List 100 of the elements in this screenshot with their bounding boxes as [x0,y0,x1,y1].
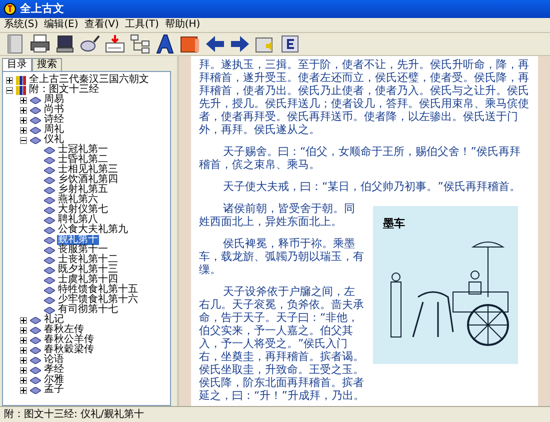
printer-icon[interactable] [29,34,51,54]
diamond-node-icon [30,326,41,334]
diamond-node-icon [44,196,55,204]
expand-icon[interactable] [20,116,27,124]
tree-item[interactable]: 乡饮酒礼第四 [57,175,119,185]
text-paragraph: 天子赐舍。曰：“伯父，女顺命于王所，赐伯父舍！”侯氏再拜稽首，傧之束帛、乘马。 [199,145,522,171]
tree-diagram-icon[interactable] [129,34,151,54]
tree-item[interactable]: 尔雅 [43,375,65,385]
diamond-node-icon [30,316,41,324]
collapse-icon[interactable] [6,86,13,94]
tree-item[interactable]: 乡射礼第五 [57,185,109,195]
tree-item[interactable]: 春秋穀梁传 [43,345,95,355]
diamond-node-icon [30,386,41,394]
tree-item[interactable]: 聘礼第八 [57,215,99,225]
illustration-caption: 墨车 [383,216,406,232]
diamond-node-icon [44,246,55,254]
letter-a-icon[interactable] [154,34,176,54]
tree-item[interactable]: 春秋公羊传 [43,335,95,345]
tree-item[interactable]: 诗经 [43,115,65,125]
tree-item[interactable]: 士虞礼第十四 [57,275,119,285]
tree-item[interactable]: 公食大夫礼第九 [57,225,129,235]
books-icon [16,76,26,84]
back-arrow-icon[interactable] [204,34,226,54]
diamond-node-icon [44,166,55,174]
expand-icon[interactable] [20,366,27,374]
tree-item[interactable]: 尚书 [43,105,65,115]
diamond-node-icon [30,126,41,134]
tree-item[interactable]: 士冠礼第一 [57,145,109,155]
diamond-node-icon [30,376,41,384]
tab[interactable]: 搜索 [32,58,62,71]
tree-item[interactable]: 春秋左传 [43,325,85,335]
diamond-node-icon [44,156,55,164]
tree-item[interactable]: 附：图文十三经 [28,85,100,95]
menu-item[interactable]: 编辑(E) [44,19,78,31]
diamond-node-icon [30,356,41,364]
expand-icon[interactable] [20,386,27,394]
diamond-node-icon [44,286,55,294]
diamond-node-icon [44,266,55,274]
expand-icon[interactable] [20,346,27,354]
tree-item[interactable]: 孝经 [43,365,65,375]
expand-icon[interactable] [20,376,27,384]
tree-item[interactable]: 礼记 [43,315,65,325]
diamond-node-icon [44,146,55,154]
tree-item[interactable]: 丧服第十一 [57,245,109,255]
expand-icon[interactable] [20,356,27,364]
tree-item[interactable]: 论语 [43,355,65,365]
tree-item[interactable]: 周易 [43,95,65,105]
diamond-node-icon [44,236,55,244]
expand-icon[interactable] [6,76,13,84]
menu-item[interactable]: 帮助(H) [164,19,200,31]
tree-item[interactable]: 既夕礼第十三 [57,265,119,275]
diamond-node-icon [30,116,41,124]
tree-item[interactable]: 全上古三代秦汉三国六朝文 [28,75,150,85]
diamond-node-icon [44,176,55,184]
diamond-node-icon [44,216,55,224]
magnifier-icon[interactable] [79,34,101,54]
status-text: 附：图文十三经: 仪礼/觐礼第十 [4,408,144,420]
books-icon [16,86,26,94]
expand-icon[interactable] [20,336,27,344]
menu-item[interactable]: 工具(T) [124,19,159,31]
text-paragraph: 天子使大夫戒，曰：“某日，伯父帅乃初事。”侯氏再拜稽首。 [222,180,522,193]
tree-item[interactable]: 特牲馈食礼第十五 [57,285,139,295]
folder-icon[interactable] [179,34,201,54]
letter-e-icon[interactable] [279,34,301,54]
diamond-node-icon [44,306,55,314]
diamond-node-icon [30,346,41,354]
diamond-node-icon [30,136,41,144]
diamond-node-icon [30,106,41,114]
expand-icon[interactable] [20,326,27,334]
app-logo-icon [4,3,16,15]
expand-icon[interactable] [20,316,27,324]
text-paragraph: 天子设斧依于户牖之间，左右几。天子衮冕，负斧依。啬夫承命，告于天子。天子曰：“非他，伯父实来，予一人嘉之。伯父其入，予一人将受之。”侯氏入门右，坐奠圭，再拜稽首。摈者谒。侯氏坐取圭，升致命。王受之玉。侯氏降，阶东北面再拜稽首。摈者延之，曰：“升！”升成拜，乃出。 [199,285,365,402]
tree-item[interactable]: 孟子 [43,385,65,395]
text-paragraph: 拜。遂执玉，三揖。至于阶，使者不让，先升。侯氏升听命，降，再拜稽首，遂升受玉。使者左还而立，侯氏还璧，使者受。侯氏降，再拜稽首，使者乃出。侯氏乃止使者，使者乃入。侯氏与之让升。侯氏先升，授几。侯氏拜送几；使者设几，答拜。侯氏用束帛、乘马傧使者，使者再拜受。侯氏再拜送币。使者降，以左骖出。侯氏送于门外，再拜。侯氏遂从之。 [199,58,530,136]
expand-icon[interactable] [20,106,27,114]
diamond-node-icon [30,366,41,374]
diamond-node-icon [44,186,55,194]
monitor-icon[interactable] [54,34,76,54]
menu-item[interactable]: 查看(V) [84,19,119,31]
text-paragraph: 侯氏裨冕，释币于祢。乘墨车，载龙旂、弧韣乃朝以瑞玉，有缫。 [199,237,365,276]
tree-item[interactable]: 少牢馈食礼第十六 [57,295,139,305]
diamond-node-icon [44,256,55,264]
card-icon[interactable] [104,34,126,54]
tree-item[interactable]: 仪礼 [43,135,65,145]
expand-icon[interactable] [20,96,27,104]
tree-item[interactable]: 燕礼第六 [57,195,99,205]
tree-item[interactable]: 士相见礼第三 [57,165,119,175]
window-title: 全上古文 [20,0,64,17]
tab[interactable]: 目录 [2,58,32,71]
menu-item[interactable]: 系统(S) [4,19,38,31]
collapse-icon[interactable] [20,136,27,144]
diamond-node-icon [44,296,55,304]
expand-icon[interactable] [20,126,27,134]
tree-item[interactable]: 有司彻第十七 [57,305,119,315]
tree-item[interactable]: 周礼 [43,125,65,135]
diamond-node-icon [30,96,41,104]
tree-item[interactable]: 士昏礼第二 [57,155,109,165]
tree-item[interactable]: 大射仪第七 [57,205,109,215]
forward-arrow-icon[interactable] [229,34,251,54]
tree-item[interactable]: 士丧礼第十二 [57,255,119,265]
